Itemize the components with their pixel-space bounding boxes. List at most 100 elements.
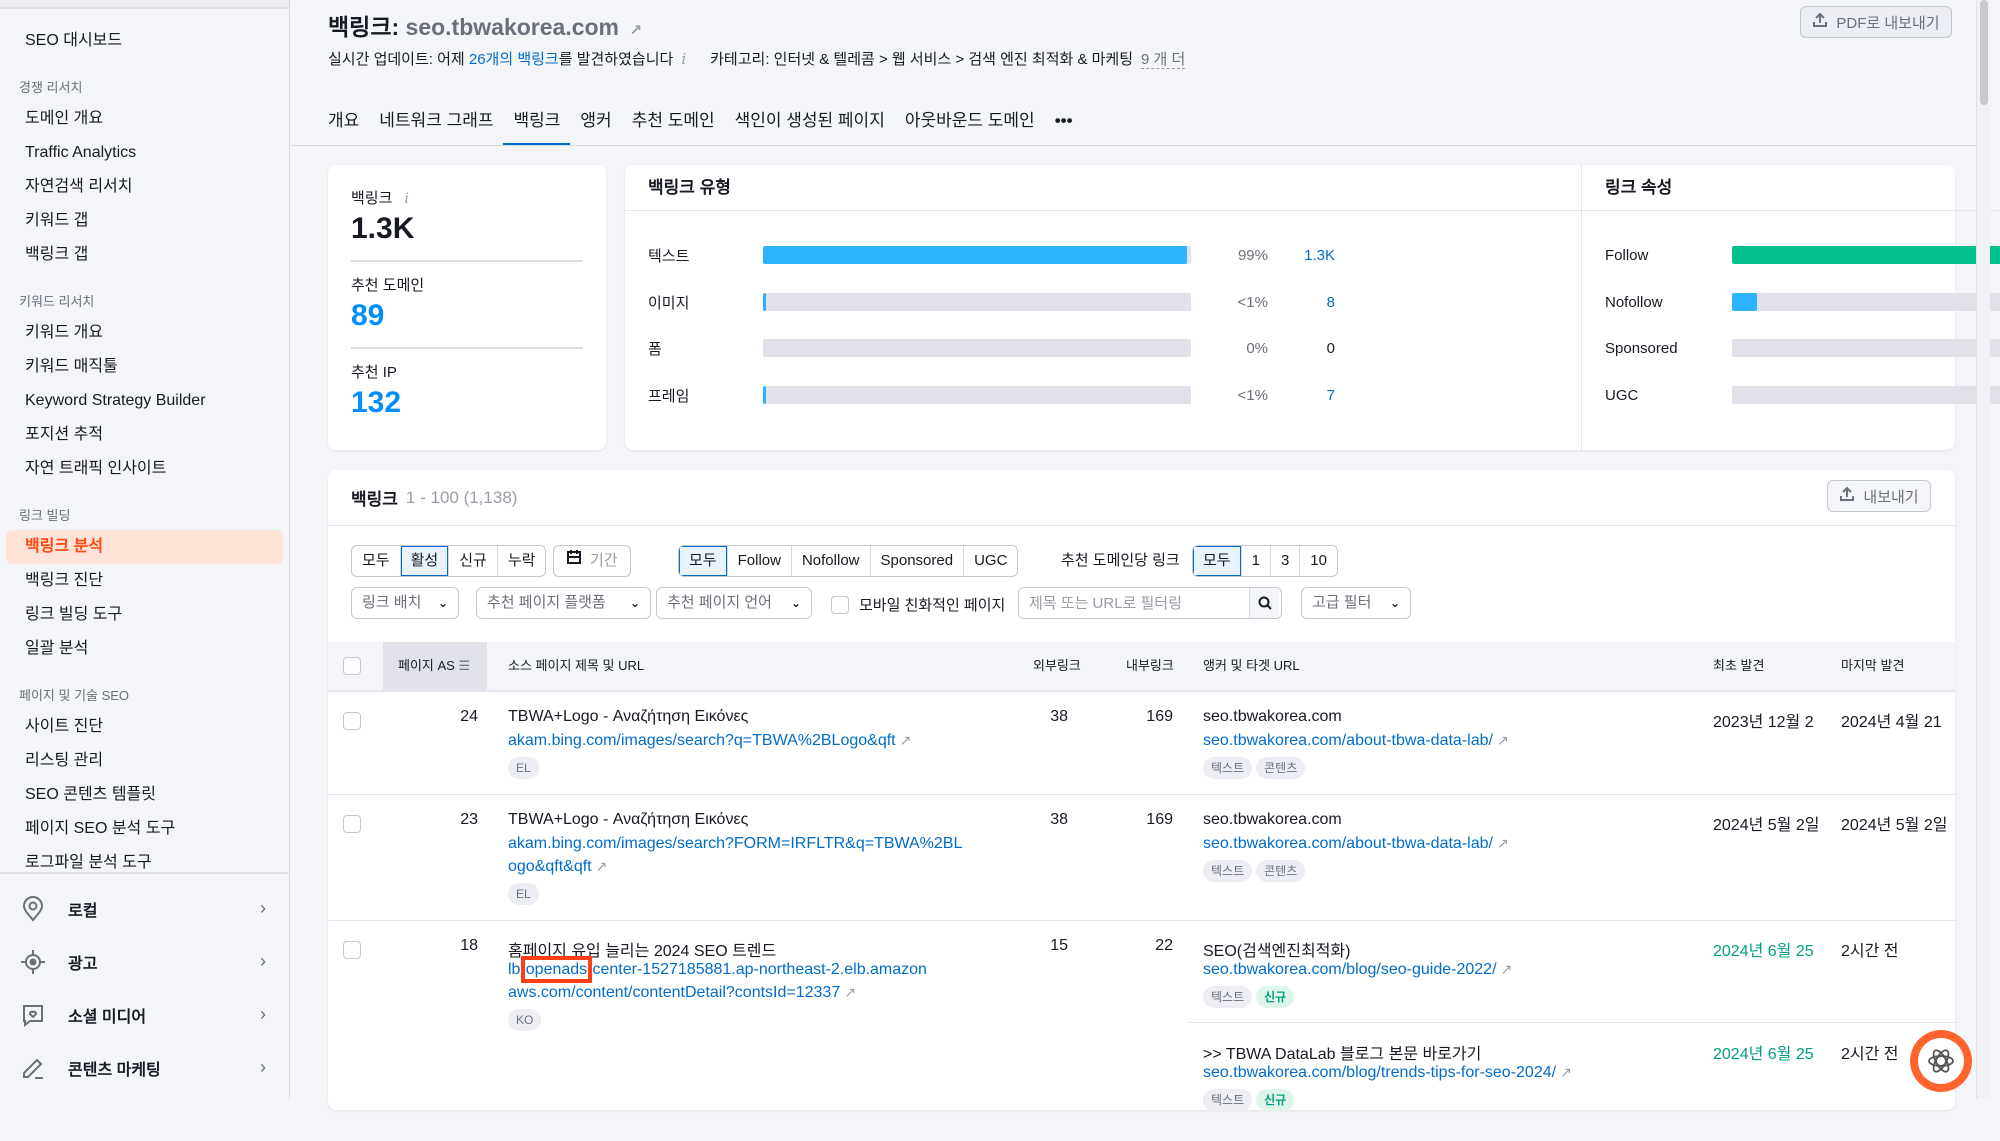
export-button[interactable]: 내보내기 xyxy=(1827,480,1931,512)
bar-count-label[interactable]: 1.3K xyxy=(1285,247,1335,264)
summary-stats-card: 백링크 i 1.3K 추천 도메인 89 추천 IP 132 xyxy=(328,165,606,450)
tab-network-graph[interactable]: 네트워크 그래프 xyxy=(369,108,503,146)
sidebar-item-listing-management[interactable]: 리스팅 관리 xyxy=(6,744,283,778)
per-domain-filter-1[interactable]: 1 xyxy=(1242,546,1271,576)
sidebar-item-position-tracking[interactable]: 포지션 추적 xyxy=(6,418,283,452)
mobile-friendly-checkbox[interactable] xyxy=(831,595,849,614)
ref-ips-stat-value[interactable]: 132 xyxy=(351,386,583,420)
sidebar-item-backlink-gap[interactable]: 백링크 갭 xyxy=(6,238,283,272)
sidebar-item-domain-overview[interactable]: 도메인 개요 xyxy=(6,102,283,136)
external-link-icon[interactable]: ↗ xyxy=(596,858,608,874)
column-external-links[interactable]: 외부링크 xyxy=(1033,642,1081,690)
link-type-filter-ugc[interactable]: UGC xyxy=(964,546,1017,576)
mobile-friendly-filter[interactable]: 모바일 친화적인 페이지 xyxy=(831,594,1005,615)
source-url-link-cont[interactable]: aws.com/content/contentDetail?contsId=12… xyxy=(508,984,840,1001)
select-all-checkbox[interactable] xyxy=(343,657,361,675)
external-link-icon[interactable]: ↗ xyxy=(1497,732,1509,748)
sidebar-item-seo-content-template[interactable]: SEO 콘텐츠 템플릿 xyxy=(6,778,283,812)
status-filter-active[interactable]: 활성 xyxy=(400,546,450,576)
sidebar-item-link-building-tool[interactable]: 링크 빌딩 도구 xyxy=(6,598,283,632)
sidebar-category-local[interactable]: 로컬 › xyxy=(0,882,290,935)
tab-indexed-pages[interactable]: 색인이 생성된 페이지 xyxy=(725,108,895,146)
link-type-filter-all[interactable]: 모두 xyxy=(679,546,728,576)
link-type-filter-sponsored[interactable]: Sponsored xyxy=(871,546,965,576)
ref-domains-stat-value[interactable]: 89 xyxy=(351,299,583,333)
column-first-seen[interactable]: 최초 발견 xyxy=(1713,642,1764,690)
date-range-button[interactable]: 기간 xyxy=(553,545,631,577)
sidebar-item-backlink-audit[interactable]: 백링크 진단 xyxy=(6,564,283,598)
ref-page-platform-dropdown[interactable]: 추천 페이지 플랫폼 ⌄ xyxy=(476,587,651,619)
target-url-link[interactable]: seo.tbwakorea.com/about-tbwa-data-lab/ xyxy=(1203,732,1493,749)
column-source-page[interactable]: 소스 페이지 제목 및 URL xyxy=(508,642,644,690)
source-url-link[interactable]: akam.bing.com/images/search?q=TBWA%2BLog… xyxy=(508,732,896,749)
external-link-icon[interactable]: ↗ xyxy=(1497,835,1509,851)
sidebar-item-keyword-magic-tool[interactable]: 키워드 매직툴 xyxy=(6,350,283,384)
bar-count-label[interactable]: 8 xyxy=(1285,294,1335,311)
row-checkbox[interactable] xyxy=(343,815,361,833)
link-type-filter-nofollow[interactable]: Nofollow xyxy=(792,546,871,576)
info-icon[interactable]: i xyxy=(681,50,686,68)
external-link-icon[interactable]: ↗ xyxy=(629,22,642,39)
sidebar-item-seo-dashboard[interactable]: SEO 대시보드 xyxy=(6,24,283,58)
advanced-filter-dropdown[interactable]: 고급 필터 ⌄ xyxy=(1301,587,1411,619)
sidebar-category-content-marketing[interactable]: 콘텐츠 마케팅 › xyxy=(0,1041,290,1094)
info-icon[interactable]: i xyxy=(404,191,408,207)
new-backlinks-link[interactable]: 26개의 백링크 xyxy=(469,51,559,68)
sidebar-heading-keyword-research: 키워드 리서치 xyxy=(19,294,95,309)
column-last-seen[interactable]: 마지막 발견 xyxy=(1841,642,1904,690)
page-scrollbar[interactable] xyxy=(1976,0,1990,1099)
sidebar-item-organic-traffic-insights[interactable]: 자연 트래픽 인사이트 xyxy=(6,452,283,486)
sidebar-category-advertising[interactable]: 광고 › xyxy=(0,935,290,988)
external-link-icon[interactable]: ↗ xyxy=(1501,961,1513,977)
ai-assistant-button[interactable] xyxy=(1910,1030,1972,1092)
external-link-icon[interactable]: ↗ xyxy=(844,984,856,1000)
link-placement-dropdown[interactable]: 링크 배치 ⌄ xyxy=(351,587,459,619)
more-categories-link[interactable]: 9 개 더 xyxy=(1141,51,1186,69)
sidebar-item-site-audit[interactable]: 사이트 진단 xyxy=(6,710,283,744)
target-url-link[interactable]: seo.tbwakorea.com/blog/seo-guide-2022/ xyxy=(1203,961,1497,978)
source-url-link-cont[interactable]: ogo&qft&qft xyxy=(508,858,592,875)
per-domain-filter-10[interactable]: 10 xyxy=(1300,546,1337,576)
sidebar-category-social-media[interactable]: 소셜 미디어 › xyxy=(0,988,290,1041)
bar-count-label[interactable]: 7 xyxy=(1285,387,1335,404)
status-filter-all[interactable]: 모두 xyxy=(352,546,401,576)
scrollbar-thumb[interactable] xyxy=(1980,0,1988,105)
external-link-icon[interactable]: ↗ xyxy=(900,732,912,748)
sidebar-item-traffic-analytics[interactable]: Traffic Analytics xyxy=(6,136,283,170)
sidebar-item-keyword-overview[interactable]: 키워드 개요 xyxy=(6,316,283,350)
tab-referring-domains[interactable]: 추천 도메인 xyxy=(622,108,725,146)
status-filter-lost[interactable]: 누락 xyxy=(498,546,546,576)
page-title-domain[interactable]: seo.tbwakorea.com xyxy=(406,14,619,40)
chart-title: 링크 속성 xyxy=(1582,165,2000,211)
source-url: akam.bing.com/images/search?FORM=IRFLTR&… xyxy=(508,832,988,878)
url-filter-input[interactable] xyxy=(1019,588,1249,618)
column-internal-links[interactable]: 내부링크 xyxy=(1126,642,1174,690)
target-url-link[interactable]: seo.tbwakorea.com/blog/trends-tips-for-s… xyxy=(1203,1064,1556,1081)
external-link-icon[interactable]: ↗ xyxy=(1560,1064,1572,1080)
per-domain-filter-3[interactable]: 3 xyxy=(1271,546,1301,576)
column-page-as[interactable]: 페이지 AS ☰ xyxy=(383,642,487,690)
sidebar-item-bulk-analysis[interactable]: 일괄 분석 xyxy=(6,632,283,666)
sidebar-item-keyword-gap[interactable]: 키워드 갭 xyxy=(6,204,283,238)
tab-backlinks[interactable]: 백링크 xyxy=(503,108,571,146)
column-anchor-target[interactable]: 앵커 및 타겟 URL xyxy=(1203,642,1300,690)
ref-page-language-dropdown[interactable]: 추천 페이지 언어 ⌄ xyxy=(656,587,812,619)
search-button[interactable] xyxy=(1249,588,1279,618)
export-pdf-button[interactable]: PDF로 내보내기 xyxy=(1800,6,1952,38)
tab-outbound-domains[interactable]: 아웃바운드 도메인 xyxy=(895,108,1045,146)
tab-anchors[interactable]: 앵커 xyxy=(570,108,621,146)
sidebar-item-organic-research[interactable]: 자연검색 리서치 xyxy=(6,170,283,204)
tab-overview[interactable]: 개요 xyxy=(328,108,369,146)
target-url-link[interactable]: seo.tbwakorea.com/about-tbwa-data-lab/ xyxy=(1203,835,1493,852)
source-url-link[interactable]: akam.bing.com/images/search?FORM=IRFLTR&… xyxy=(508,835,962,852)
row-checkbox[interactable] xyxy=(343,941,361,959)
row-checkbox[interactable] xyxy=(343,712,361,730)
tab-more-menu[interactable]: ••• xyxy=(1045,108,1083,146)
per-domain-filter-all[interactable]: 모두 xyxy=(1193,546,1242,576)
sidebar-item-on-page-seo-checker[interactable]: 페이지 SEO 분석 도구 xyxy=(6,812,283,846)
source-url-link[interactable]: lb-openads-center-1527185881.ap-northeas… xyxy=(508,956,927,983)
sidebar-item-backlink-analytics[interactable]: 백링크 분석 xyxy=(6,530,283,564)
status-filter-new[interactable]: 신규 xyxy=(449,546,498,576)
link-type-filter-follow[interactable]: Follow xyxy=(728,546,792,576)
sidebar-item-keyword-strategy-builder[interactable]: Keyword Strategy Builder xyxy=(6,384,283,418)
